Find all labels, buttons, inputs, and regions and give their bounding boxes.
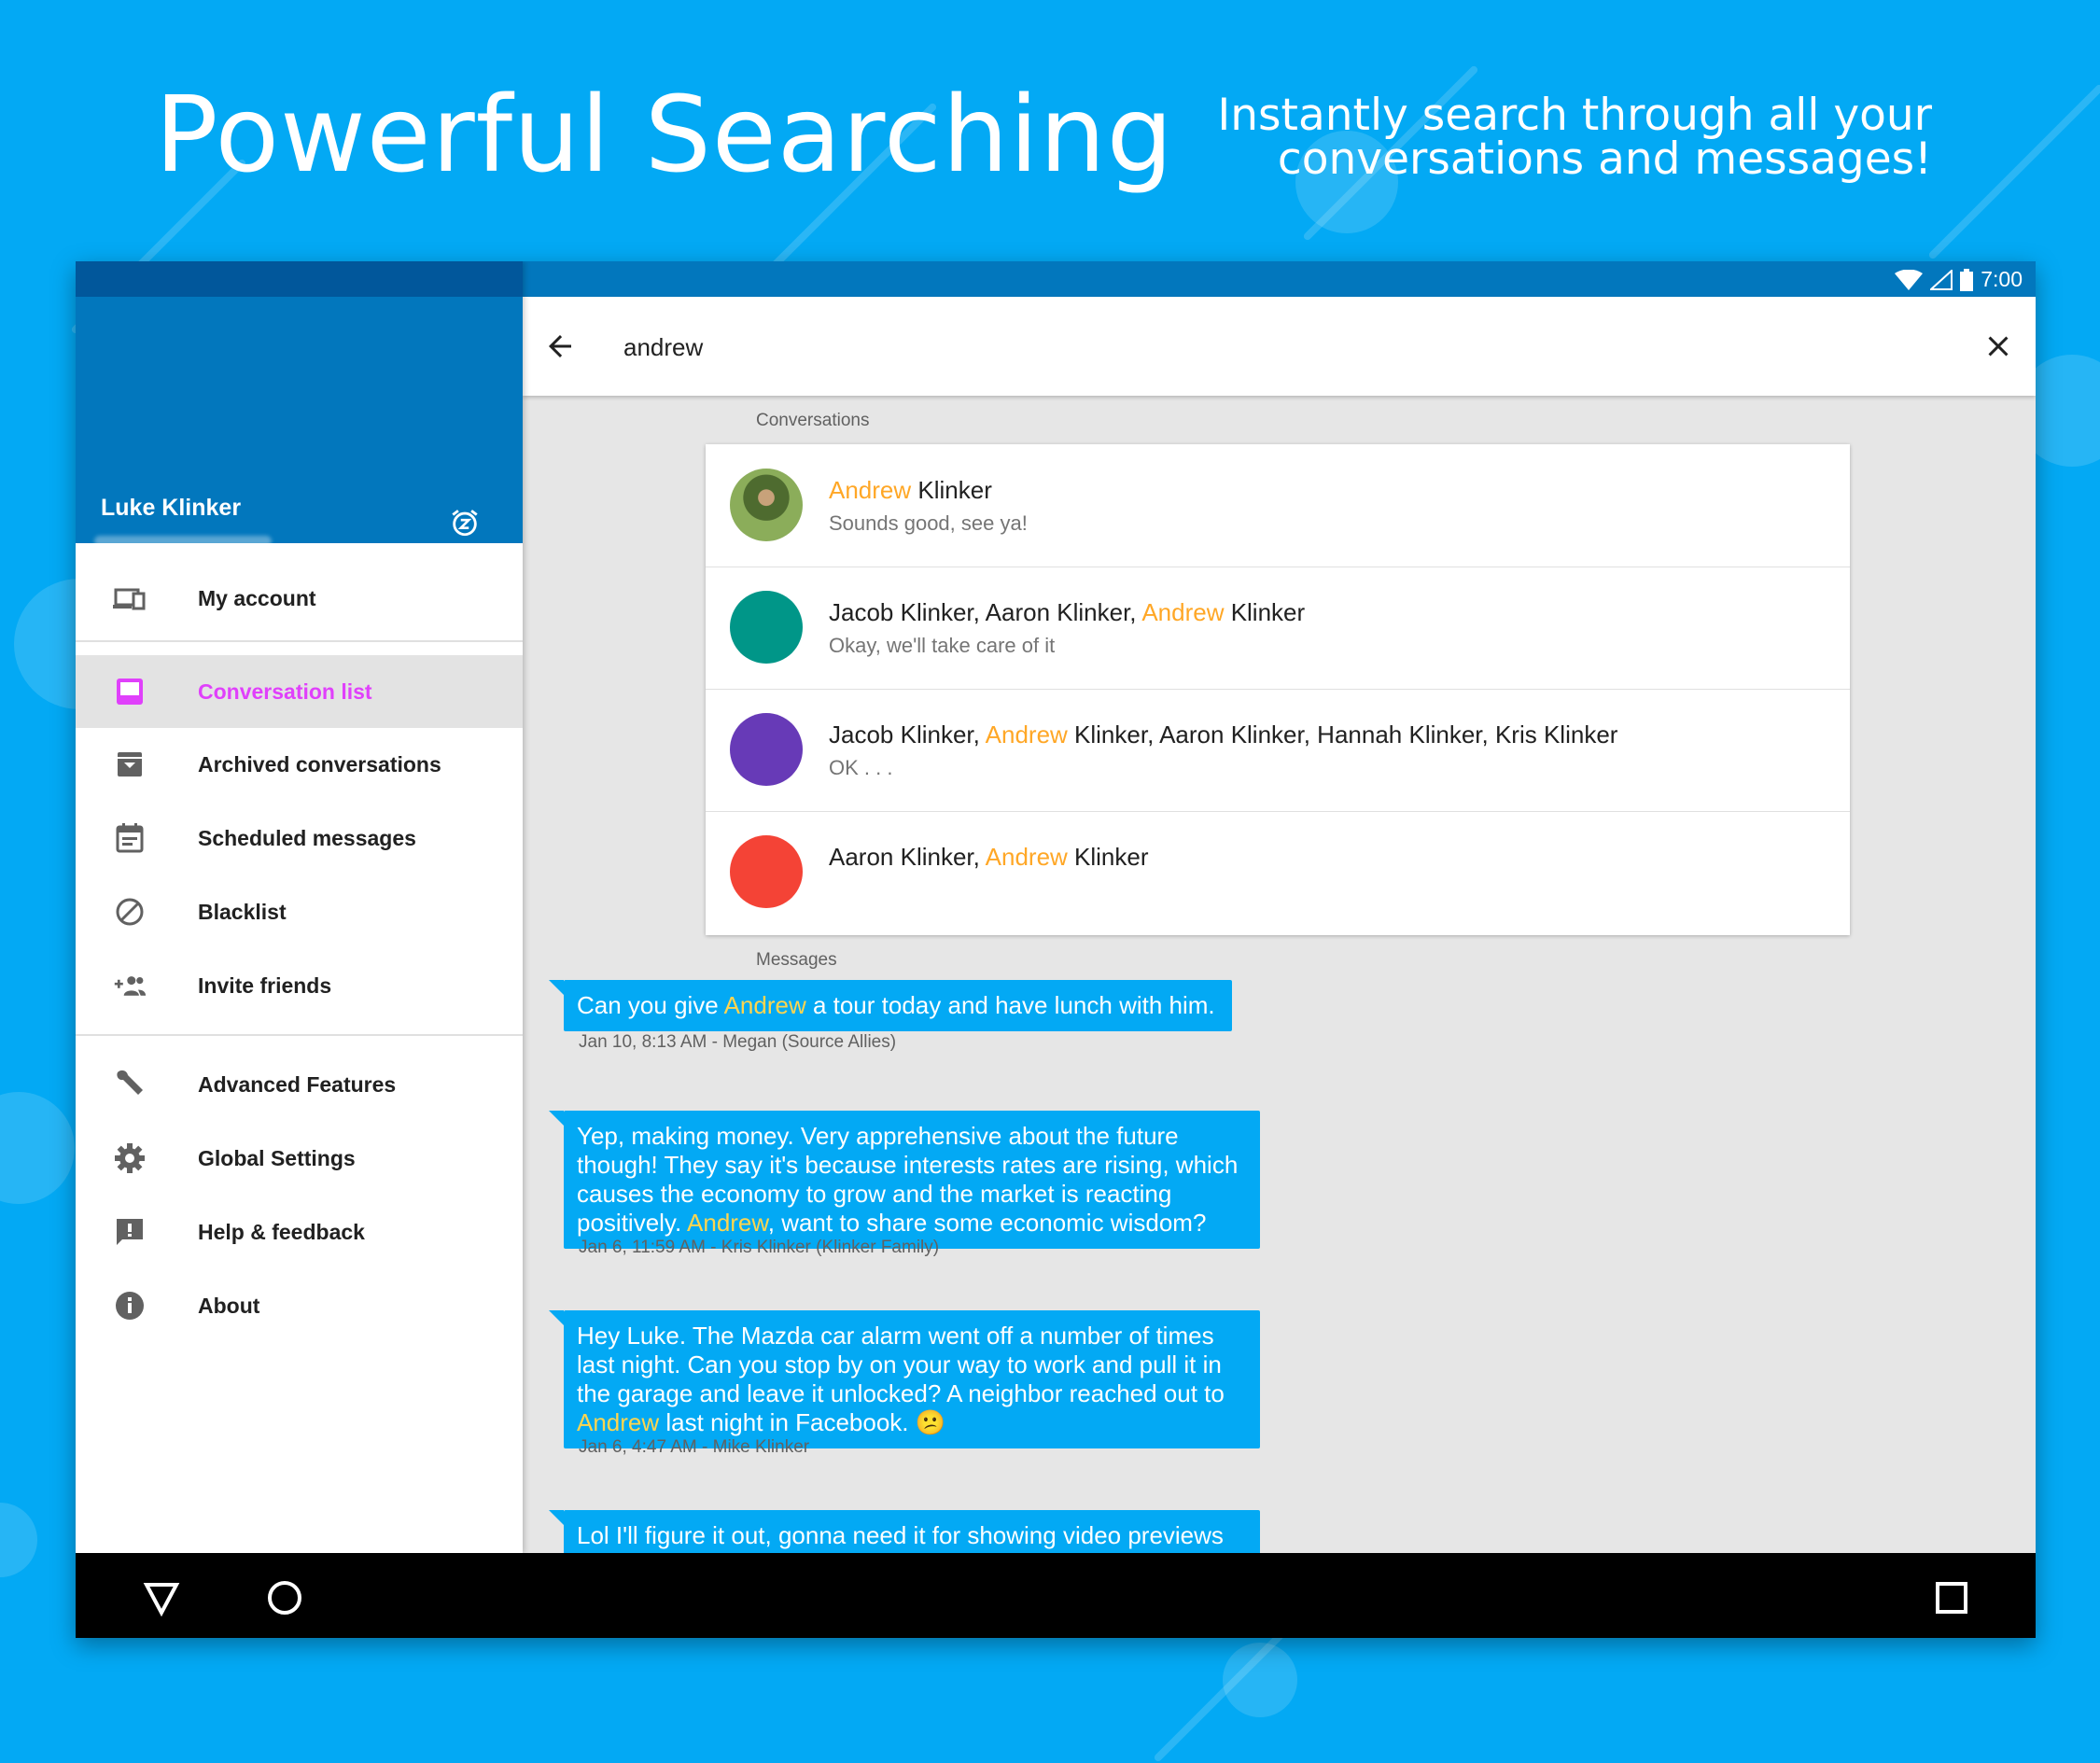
- sidebar-item-label: Invite friends: [198, 972, 332, 998]
- sidebar-item-my-account[interactable]: My account: [76, 562, 523, 635]
- feedback-icon: [113, 1215, 147, 1249]
- message-meta: Jan 6, 4:47 AM - Mike Klinker: [579, 1437, 810, 1457]
- sidebar-item-advanced-features[interactable]: Advanced Features: [76, 1048, 523, 1121]
- conversation-title: Jacob Klinker, Andrew Klinker, Aaron Kli…: [829, 721, 1618, 749]
- sidebar-item-blacklist[interactable]: Blacklist: [76, 875, 523, 948]
- search-toolbar: [523, 297, 2036, 396]
- sidebar-item-label: My account: [198, 585, 316, 610]
- message-meta: Jan 6, 11:59 AM - Kris Klinker (Klinker …: [579, 1238, 940, 1257]
- back-triangle-icon[interactable]: [143, 1579, 180, 1616]
- banner-headline: Powerful Searching: [155, 75, 1174, 196]
- drawer-divider: [76, 1034, 523, 1036]
- contact-color-avatar: [730, 713, 803, 786]
- background-circle: [0, 1503, 37, 1577]
- info-icon: [113, 1289, 147, 1322]
- conversation-title: Andrew Klinker: [829, 476, 992, 504]
- message-bubble[interactable]: Can you give Andrew a tour today and hav…: [549, 980, 1232, 1031]
- message-bubble[interactable]: Yep, making money. Very apprehensive abo…: [549, 1111, 1260, 1249]
- contact-color-avatar: [730, 591, 803, 664]
- status-time: 7:00: [1981, 267, 2023, 291]
- inbox-icon: [113, 675, 147, 708]
- message-bubble[interactable]: Hey Luke. The Mazda car alarm went off a…: [549, 1310, 1260, 1448]
- gear-icon: [113, 1141, 147, 1175]
- tablet-screen: Luke Klinker My account Conversation lis…: [76, 261, 2036, 1638]
- cell-signal-icon: [1930, 269, 1953, 290]
- sidebar-item-label: Conversation list: [198, 679, 372, 704]
- message-meta: Jan 10, 8:13 AM - Megan (Source Allies): [579, 1032, 897, 1052]
- calendar-icon: [113, 821, 147, 855]
- sidebar-item-scheduled-messages[interactable]: Scheduled messages: [76, 802, 523, 875]
- status-icons: 7:00: [1895, 267, 2023, 292]
- tagline-line-2: conversations and messages!: [1277, 133, 1932, 185]
- archive-icon: [113, 748, 147, 781]
- conversation-snippet: OK . . .: [829, 756, 893, 779]
- conversation-row[interactable]: Jacob Klinker, Aaron Klinker, Andrew Kli…: [706, 567, 1850, 690]
- sidebar-item-label: Archived conversations: [198, 751, 441, 777]
- conversation-row[interactable]: Jacob Klinker, Andrew Klinker, Aaron Kli…: [706, 689, 1850, 812]
- sidebar-item-about[interactable]: About: [76, 1269, 523, 1342]
- conversation-row[interactable]: Aaron Klinker, Andrew Klinker: [706, 811, 1850, 935]
- conversation-snippet: Sounds good, see ya!: [829, 511, 1028, 535]
- message-bubble[interactable]: Lol I'll figure it out, gonna need it fo…: [549, 1510, 1260, 1553]
- sidebar-item-label: Global Settings: [198, 1145, 356, 1170]
- status-bar: 7:00: [523, 261, 2036, 297]
- sidebar-item-label: Scheduled messages: [198, 825, 416, 850]
- conversations-section-label: Conversations: [756, 411, 870, 430]
- drawer-status-bar: [76, 261, 523, 297]
- wrench-icon: [113, 1068, 147, 1101]
- main-content: 7:00 Conversations Andrew Klinker Sounds…: [523, 261, 2036, 1553]
- search-results: Conversations Andrew Klinker Sounds good…: [523, 396, 2036, 1553]
- drawer-header: Luke Klinker: [76, 297, 523, 547]
- sidebar-item-help-feedback[interactable]: Help & feedback: [76, 1196, 523, 1268]
- conversation-title: Aaron Klinker, Andrew Klinker: [829, 843, 1149, 871]
- conversations-card: Andrew Klinker Sounds good, see ya! Jaco…: [706, 444, 1850, 935]
- snooze-alarm-icon[interactable]: [449, 507, 481, 539]
- contact-color-avatar: [730, 835, 803, 908]
- background-circle: [0, 1092, 75, 1204]
- tagline-line-1: Instantly search through all your: [1217, 90, 1932, 141]
- conversation-title: Jacob Klinker, Aaron Klinker, Andrew Kli…: [829, 598, 1306, 626]
- sidebar-item-label: Help & feedback: [198, 1219, 365, 1244]
- back-arrow-icon[interactable]: [543, 329, 577, 363]
- navigation-drawer: Luke Klinker My account Conversation lis…: [76, 261, 523, 1553]
- background-stripe: [1927, 83, 2100, 260]
- sidebar-item-global-settings[interactable]: Global Settings: [76, 1122, 523, 1195]
- wifi-icon: [1895, 269, 1924, 290]
- group-add-icon: [113, 969, 147, 1002]
- home-circle-icon[interactable]: [266, 1579, 303, 1616]
- search-input[interactable]: [622, 327, 1839, 368]
- sidebar-item-label: About: [198, 1293, 260, 1318]
- account-email-redacted: [94, 536, 272, 547]
- block-icon: [113, 895, 147, 929]
- devices-icon: [113, 581, 147, 615]
- recents-square-icon[interactable]: [1933, 1579, 1970, 1616]
- conversation-snippet: Okay, we'll take care of it: [829, 634, 1056, 657]
- sidebar-item-conversation-list[interactable]: Conversation list: [76, 655, 523, 728]
- close-icon[interactable]: [1981, 329, 2015, 363]
- sidebar-item-invite-friends[interactable]: Invite friends: [76, 949, 523, 1022]
- messages-section-label: Messages: [756, 950, 837, 970]
- battery-icon: [1960, 268, 1974, 291]
- drawer-divider: [76, 640, 523, 642]
- sidebar-item-label: Advanced Features: [198, 1071, 397, 1097]
- system-navigation-bar: [76, 1553, 2036, 1638]
- conversation-row[interactable]: Andrew Klinker Sounds good, see ya!: [706, 444, 1850, 567]
- sidebar-item-archived-conversations[interactable]: Archived conversations: [76, 728, 523, 801]
- contact-photo-avatar: [730, 469, 803, 541]
- sidebar-item-label: Blacklist: [198, 899, 287, 924]
- banner-tagline: Instantly search through all your conver…: [1092, 93, 1932, 181]
- account-name: Luke Klinker: [101, 495, 242, 521]
